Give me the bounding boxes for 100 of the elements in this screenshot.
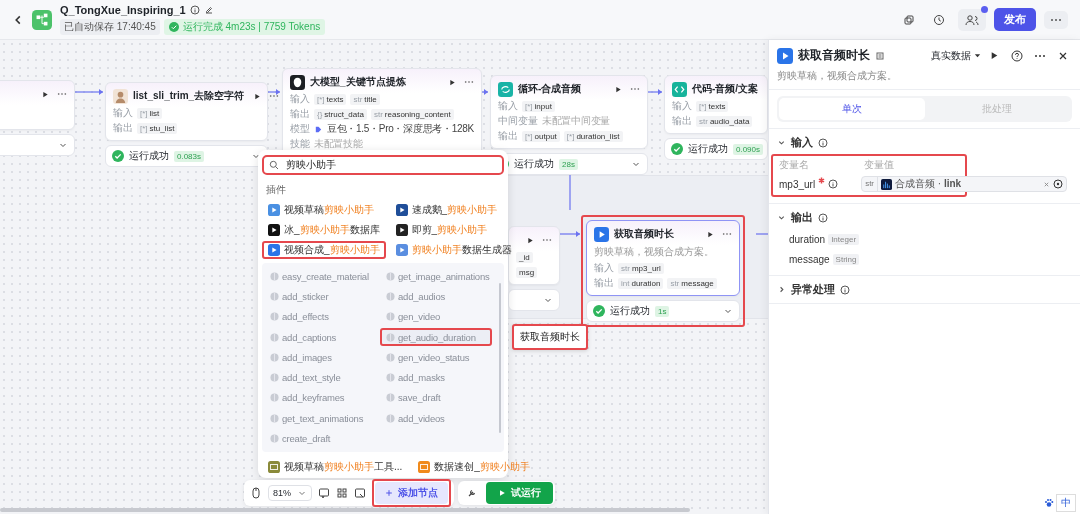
play-icon[interactable] (254, 92, 262, 100)
tool-icon (270, 393, 279, 403)
publish-button[interactable]: 发布 (994, 8, 1036, 31)
more-icon[interactable] (542, 238, 552, 242)
clear-icon[interactable] (1043, 180, 1051, 188)
info-icon[interactable] (818, 137, 828, 148)
mouse-icon[interactable] (250, 487, 262, 499)
workflow-node[interactable]: 代码-音频/文案 输入 [*] texts 输出 str audio_data (664, 75, 768, 134)
param-tag: [*] texts (314, 93, 347, 105)
play-icon[interactable] (990, 51, 999, 60)
add-node-button[interactable]: 添加节点 (375, 482, 448, 504)
play-icon[interactable] (615, 85, 622, 93)
tool-item[interactable]: gen_video (380, 307, 492, 326)
tool-item[interactable]: add_text_style (264, 368, 376, 387)
duration-badge: 1s (655, 305, 670, 317)
tool-item[interactable]: add_captions (264, 327, 376, 347)
paw-icon[interactable] (1044, 498, 1054, 508)
plugin-item[interactable]: 数据速创_剪映小助手 (412, 457, 536, 476)
mode-tab[interactable]: 单次 (779, 98, 925, 120)
document-icon[interactable] (875, 50, 885, 61)
data-mode-dropdown[interactable]: 真实数据 (931, 48, 981, 63)
chevron-icon[interactable] (777, 285, 786, 294)
plugin-icon (395, 224, 408, 236)
plugin-item[interactable]: 冰_剪映小助手数据库 (262, 221, 386, 239)
more-icon[interactable] (57, 92, 67, 96)
workflow-node[interactable]: 循环-合成音频 输入 [*] input 中间变量 未配置中间变量 输出 [*] output [*] duration_list (490, 75, 648, 149)
tool-item[interactable]: save_draft (380, 388, 492, 408)
target-icon[interactable] (1053, 179, 1064, 189)
tool-item[interactable]: add_images (264, 348, 376, 367)
param-tag: int duration (618, 277, 664, 289)
param-tag: str title (350, 93, 380, 105)
plugin-item[interactable]: 视频草稿剪映小助手工具... (262, 457, 409, 476)
node-icon (113, 88, 128, 104)
info-icon[interactable] (818, 212, 828, 223)
connector (481, 89, 489, 95)
tool-item[interactable]: gen_video_status (380, 348, 492, 367)
node-run-status[interactable]: 运行成功 0.083s (105, 145, 268, 167)
info-icon[interactable] (840, 284, 850, 295)
chevron-icon[interactable] (777, 213, 786, 222)
workflow-node[interactable]: 获取音频时长 剪映草稿，视频合成方案。 输入 str mp3_url 输出 int duration str message (586, 220, 740, 296)
tool-icon (270, 373, 279, 383)
more-icon[interactable] (269, 94, 280, 98)
tool-item[interactable]: easy_create_material (264, 267, 376, 286)
param-tag: msg (516, 266, 538, 278)
tool-item[interactable]: add_sticker (264, 287, 376, 306)
tooltip: 获取音频时长 (512, 323, 588, 350)
collaborators-button[interactable] (958, 8, 986, 31)
tool-icon (386, 271, 395, 281)
zoom-dropdown[interactable]: 81% (268, 485, 312, 501)
tool-icon (386, 393, 395, 403)
row-label: 中间变量 (498, 114, 538, 128)
row-label: 输入 (498, 99, 518, 113)
scrollbar[interactable] (499, 283, 501, 433)
chevron-icon[interactable] (777, 138, 786, 147)
tool-item[interactable]: get_image_animations (380, 267, 492, 286)
edit-icon[interactable] (203, 5, 214, 15)
plugin-item[interactable]: 速成鹅_剪映小助手 (389, 201, 518, 219)
tool-item[interactable]: add_keyframes (264, 388, 376, 408)
tool-item[interactable]: add_effects (264, 307, 376, 326)
tool-item[interactable]: add_masks (380, 368, 492, 387)
node-description: 剪映草稿，视频合成方案。 (594, 245, 715, 259)
help-icon[interactable] (1011, 49, 1023, 62)
history-icon[interactable] (932, 13, 946, 26)
input-method-badge[interactable]: 中 (1056, 494, 1076, 512)
node-run-status[interactable] (508, 289, 560, 311)
info-icon[interactable] (828, 179, 839, 189)
node-run-status[interactable]: 运行成功 0.090s (664, 138, 768, 160)
tool-item[interactable]: add_audios (380, 287, 492, 306)
play-icon[interactable] (707, 230, 714, 238)
variable-value-field[interactable]: str 合成音频 · link (861, 176, 1068, 192)
tool-item[interactable]: add_videos (380, 409, 492, 428)
scrollbar[interactable] (0, 508, 690, 512)
copy-icon[interactable] (902, 13, 916, 26)
tool-item[interactable]: create_draft (264, 429, 376, 448)
comment-icon[interactable] (318, 487, 330, 499)
more-icon[interactable] (464, 80, 474, 84)
tool-item[interactable]: get_text_animations (264, 409, 376, 428)
plugin-icon (268, 204, 280, 216)
node-icon (290, 74, 305, 90)
search-field[interactable]: 剪映小助手 (262, 155, 504, 175)
more-button[interactable] (1044, 10, 1068, 29)
plugin-item[interactable]: 视频合成_剪映小助手 (262, 241, 386, 259)
play-icon[interactable] (527, 236, 534, 244)
connector (267, 89, 281, 95)
layout-icon[interactable] (336, 487, 348, 499)
row-value: 豆包・1.5・Pro・深度思考・128K (327, 122, 474, 136)
play-icon[interactable] (449, 78, 456, 86)
more-icon[interactable] (722, 232, 732, 236)
wrench-icon[interactable] (466, 487, 478, 499)
test-run-button[interactable]: 试运行 (486, 482, 553, 504)
play-icon[interactable] (42, 90, 49, 98)
plugin-item[interactable]: 视频草稿剪映小助手 (262, 201, 386, 219)
minimap-icon[interactable] (354, 487, 366, 499)
info-icon[interactable] (189, 5, 200, 15)
tool-icon (386, 413, 395, 423)
more-icon[interactable] (1034, 53, 1046, 58)
section-title: 异常处理 (791, 282, 835, 297)
more-icon[interactable] (630, 87, 640, 91)
node-run-status[interactable]: 运行成功 1s (586, 300, 740, 322)
more-icon (1050, 17, 1062, 22)
